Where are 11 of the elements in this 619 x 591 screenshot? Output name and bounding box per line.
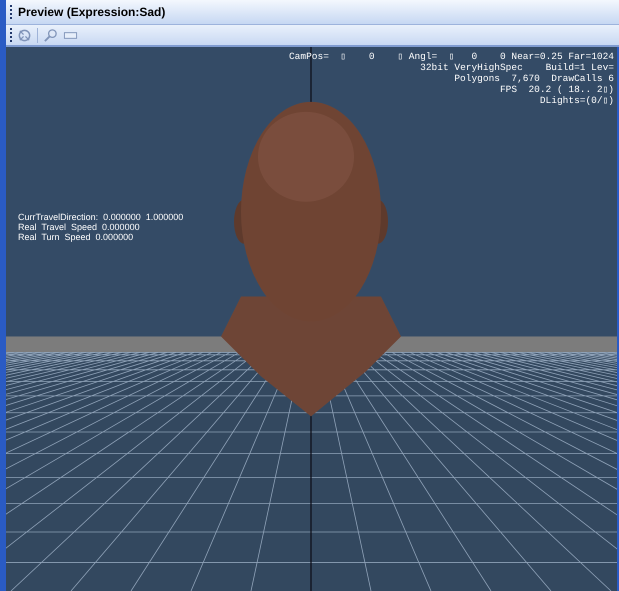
reset-view-icon[interactable] <box>17 28 32 42</box>
stats-text: Polygons 7,670 DrawCalls 6 <box>454 73 614 84</box>
stats-text: CamPos= ▯ 0 ▯ Angl= ▯ 0 0 Near=0.25 Far=1024 <box>288 51 614 62</box>
stats-text: FPS 20.2 ( 18.. 2▯) <box>500 84 614 95</box>
stats-text: 32bit VeryHighSpec Build=1 Lev= <box>420 62 614 73</box>
search-icon[interactable] <box>43 28 58 42</box>
travel-text: Real Travel Speed 0.000000 <box>18 222 141 232</box>
window-title: Preview (Expression:Sad) <box>18 5 166 19</box>
stats-text: DLights=(0/▯) <box>540 95 614 106</box>
travel-text: Real Turn Speed 0.000000 <box>18 232 134 242</box>
travel-text: CurrTravelDirection: 0.000000 1.000000 <box>18 212 184 222</box>
